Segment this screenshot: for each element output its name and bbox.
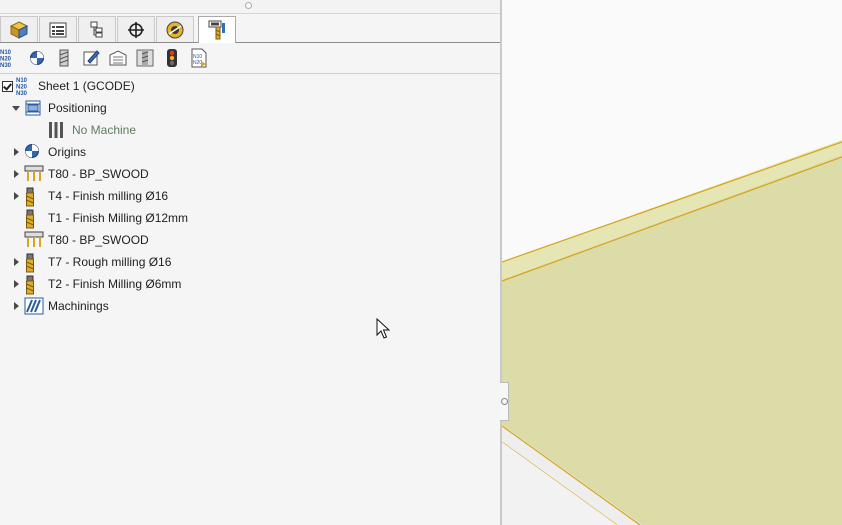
tree-item-label: T2 - Finish Milling Ø6mm [48, 277, 182, 291]
tab-display-manager[interactable] [156, 16, 194, 42]
tool-button[interactable] [54, 48, 74, 68]
origins-button[interactable] [27, 48, 47, 68]
tree-item-label: T80 - BP_SWOOD [48, 167, 149, 181]
tab-dimxpert-manager[interactable] [117, 16, 155, 42]
origin-icon [30, 51, 44, 65]
graphics-viewport[interactable] [502, 0, 842, 525]
tree-item-row[interactable]: T1 - Finish Milling Ø12mm [0, 207, 480, 229]
panel-top-strip [0, 0, 500, 14]
tree-item-label: T80 - BP_SWOOD [48, 233, 149, 247]
tree-item-row[interactable]: Origins [0, 141, 480, 163]
tree-item-label: T7 - Rough milling Ø16 [48, 255, 172, 269]
tree-item-row[interactable]: Machinings [0, 295, 480, 317]
simulation-icon [136, 49, 154, 67]
manager-tabs [0, 15, 500, 43]
machinings-icon [24, 297, 44, 318]
edit-button[interactable] [81, 48, 101, 68]
tree-root-label: Sheet 1 (GCODE) [38, 79, 135, 93]
program-icon [109, 50, 127, 66]
drill-block-icon [24, 231, 44, 252]
tree-item-row[interactable]: Positioning [0, 97, 480, 119]
tree-item-row[interactable]: T4 - Finish milling Ø16 [0, 185, 480, 207]
edit-icon [83, 50, 100, 66]
display-icon [166, 21, 184, 38]
list-icon [49, 22, 67, 37]
collapse-panel-handle[interactable] [500, 382, 509, 421]
simulation-button[interactable] [135, 48, 155, 68]
tree-item-label: Positioning [48, 101, 107, 115]
tree-item-row[interactable]: T7 - Rough milling Ø16 [0, 251, 480, 273]
root-checkbox[interactable] [2, 81, 13, 92]
tree-item-row[interactable]: No Machine [0, 119, 480, 141]
n10-n20-n30-icon: N10 N20 N30 [0, 50, 12, 68]
positioning-icon [24, 99, 42, 120]
svg-text:N20: N20 [193, 60, 202, 66]
expand-arrow-icon[interactable] [14, 170, 19, 178]
tree-item-label: Machinings [48, 299, 109, 313]
svg-text:N20: N20 [16, 85, 28, 91]
gcode-file-icon: N10 N20 [191, 48, 207, 68]
svg-text:N10: N10 [16, 78, 28, 84]
configuration-icon [90, 21, 103, 37]
tab-property-manager[interactable] [39, 16, 77, 42]
tab-feature-manager[interactable] [0, 16, 38, 42]
tree-item-label: T1 - Finish Milling Ø12mm [48, 211, 189, 225]
crosshair-icon [128, 21, 144, 38]
machine-icon [48, 121, 64, 142]
expand-arrow-icon[interactable] [14, 280, 19, 288]
tree-item-label: T4 - Finish milling Ø16 [48, 189, 169, 203]
tab-configuration-manager[interactable] [78, 16, 116, 42]
drill-block-icon [24, 165, 44, 186]
svg-text:N20: N20 [0, 57, 12, 63]
tree-item-row[interactable]: T80 - BP_SWOOD [0, 229, 480, 251]
svg-text:N10: N10 [0, 50, 12, 56]
svg-text:N30: N30 [16, 91, 28, 96]
collapse-arrow-icon[interactable] [12, 106, 20, 111]
tool-icon [59, 49, 69, 67]
tree-item-label: Origins [48, 145, 87, 159]
cube-icon [9, 20, 29, 39]
cam-manager-panel: N10 N20 N30 N10 N20 N10 N20 N30 Sheet 1 … [0, 0, 500, 525]
tab-cam-manager[interactable] [198, 16, 236, 43]
expand-arrow-icon[interactable] [14, 302, 19, 310]
tree-root-row[interactable]: N10 N20 N30 Sheet 1 (GCODE) [0, 75, 480, 97]
traffic-light-icon [167, 49, 177, 67]
n10-n20-n30-icon: N10 N20 N30 [16, 76, 34, 99]
part-3d-view [502, 140, 842, 525]
program-button[interactable] [108, 48, 128, 68]
nc-code-button[interactable]: N10 N20 N30 [0, 48, 20, 68]
origin-icon [24, 143, 40, 162]
handle-grip-dot [501, 398, 508, 405]
tree-item-label: No Machine [72, 123, 137, 137]
tree-item-row[interactable]: T2 - Finish Milling Ø6mm [0, 273, 480, 295]
export-gcode-button[interactable]: N10 N20 [189, 48, 209, 68]
cam-toolbar: N10 N20 N30 N10 N20 [0, 43, 500, 74]
tree-item-row[interactable]: T80 - BP_SWOOD [0, 163, 480, 185]
panel-grip-handle[interactable] [245, 2, 252, 9]
mouse-cursor-icon [376, 318, 390, 339]
status-button[interactable] [162, 48, 182, 68]
expand-arrow-icon[interactable] [14, 258, 19, 266]
cam-icon [208, 20, 225, 40]
expand-arrow-icon[interactable] [14, 148, 19, 156]
svg-text:N30: N30 [0, 63, 12, 68]
expand-arrow-icon[interactable] [14, 192, 19, 200]
